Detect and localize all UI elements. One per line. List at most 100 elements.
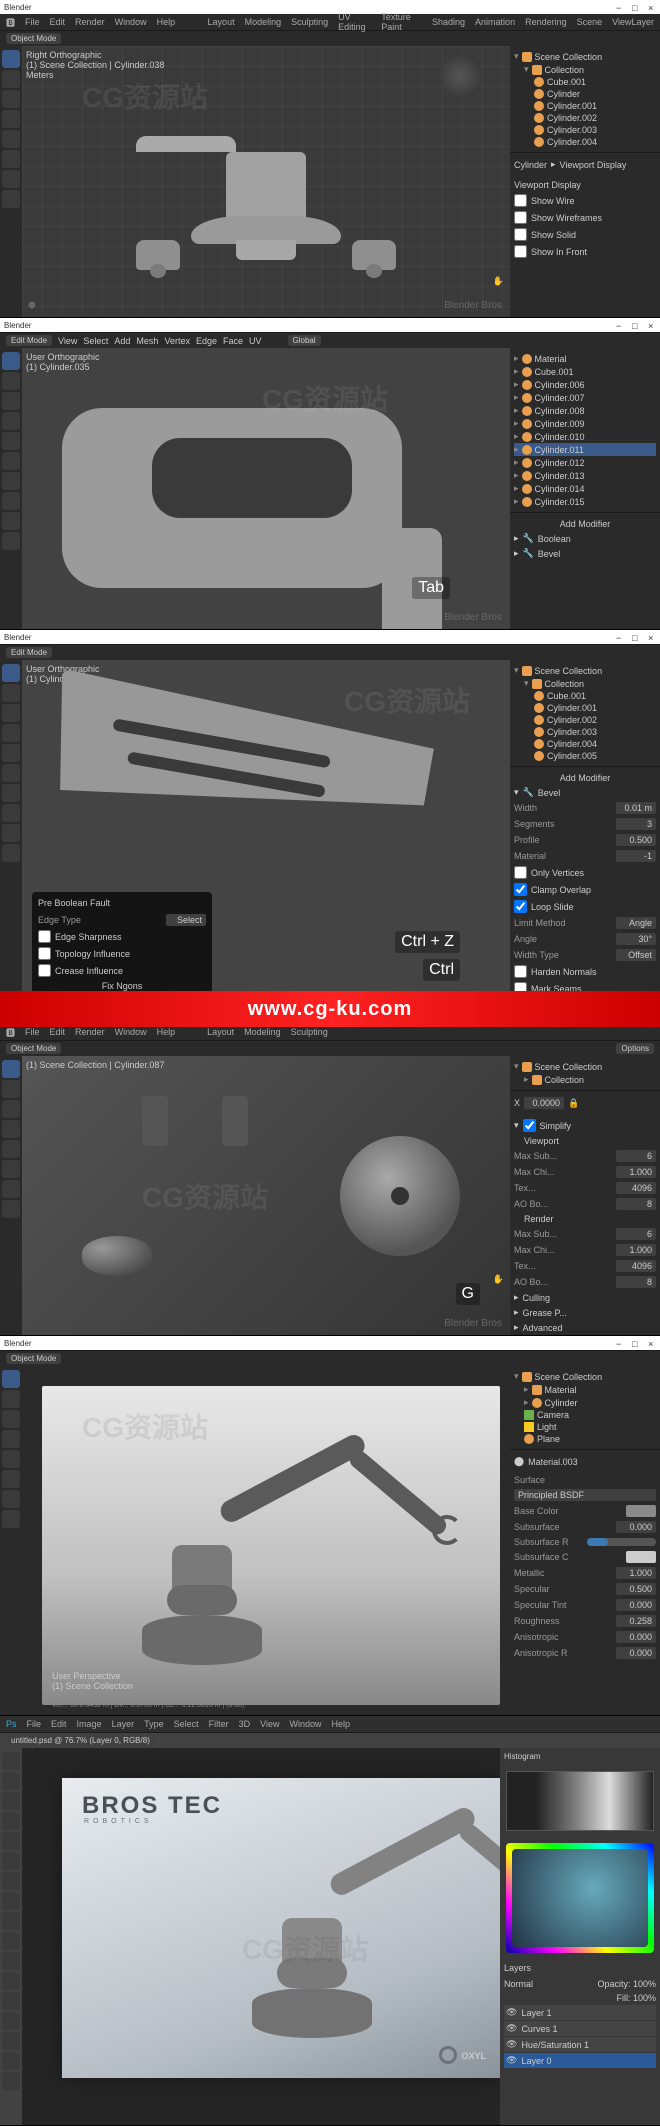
tool-brush[interactable] bbox=[2, 1892, 20, 1910]
viewport-3d[interactable]: User Orthographic (1) Cylinder.035 Tab C… bbox=[22, 348, 510, 629]
window-titlebar: Blender − □ × bbox=[0, 0, 660, 14]
tool-blur[interactable] bbox=[2, 1972, 20, 1990]
tool-cursor[interactable] bbox=[2, 372, 20, 390]
tool-zoom[interactable] bbox=[2, 2072, 20, 2090]
tool-loopcut[interactable] bbox=[2, 512, 20, 530]
tool-move[interactable] bbox=[2, 90, 20, 108]
maximize-icon[interactable]: □ bbox=[632, 3, 640, 11]
add-modifier-button[interactable]: Add Modifier bbox=[514, 519, 656, 529]
outliner[interactable]: ▾Scene Collection ▾Collection Cube.001 C… bbox=[510, 660, 660, 766]
tool-select[interactable] bbox=[2, 664, 20, 682]
tool-transform[interactable] bbox=[2, 150, 20, 168]
tool-pen[interactable] bbox=[2, 1992, 20, 2010]
ps-logo-icon: Ps bbox=[6, 1719, 17, 1729]
eye-icon[interactable]: 👁 bbox=[506, 2007, 517, 2018]
tool-marquee[interactable] bbox=[2, 1772, 20, 1790]
viewport-3d[interactable]: (1) Scene Collection | Cylinder.087 G CG… bbox=[22, 1056, 510, 1335]
tool-measure[interactable] bbox=[2, 190, 20, 208]
maximize-icon[interactable]: □ bbox=[632, 321, 640, 329]
tool-scale[interactable] bbox=[2, 432, 20, 450]
properties-panel[interactable]: Cylinder▸Viewport Display Viewport Displ… bbox=[510, 152, 660, 317]
doc-tab[interactable]: untitled.psd @ 76.7% (Layer 0, RGB/8) bbox=[6, 1735, 155, 1746]
menu-window[interactable]: Window bbox=[115, 17, 147, 27]
ws-shading[interactable]: Shading bbox=[432, 17, 465, 27]
tool-crop[interactable] bbox=[2, 1832, 20, 1850]
tool-knife[interactable] bbox=[2, 532, 20, 550]
hand-icon[interactable]: ✋ bbox=[493, 1274, 504, 1285]
viewport-3d[interactable]: Right Orthographic (1) Scene Collection … bbox=[22, 46, 510, 317]
tool-select[interactable] bbox=[2, 50, 20, 68]
viewport-3d[interactable]: User Perspective (1) Scene Collection Ve… bbox=[22, 1366, 510, 1715]
collection-label: (1) Scene Collection | Cylinder.038 bbox=[26, 60, 164, 70]
nav-gizmo[interactable] bbox=[440, 56, 480, 96]
mode-dropdown[interactable]: Edit Mode bbox=[6, 335, 52, 346]
chk-solid[interactable] bbox=[514, 228, 527, 241]
ws-texpaint[interactable]: Texture Paint bbox=[381, 12, 422, 32]
color-picker[interactable] bbox=[506, 1843, 654, 1953]
ws-layout[interactable]: Layout bbox=[208, 17, 235, 27]
tool-annotate[interactable] bbox=[2, 170, 20, 188]
lock-icon[interactable]: 🔒 bbox=[568, 1098, 579, 1109]
wrench-icon: 🔧 bbox=[523, 548, 534, 559]
outliner[interactable]: ▾Scene Collection ▾Collection Cube.001 C… bbox=[510, 46, 660, 152]
ws-render[interactable]: Rendering bbox=[525, 17, 567, 27]
material-props[interactable]: ⬤Material.003 Surface Principled BSDF Ba… bbox=[510, 1449, 660, 1715]
tool-clone[interactable] bbox=[2, 1912, 20, 1930]
outliner[interactable]: ▸Material ▸Cube.001 ▸Cylinder.006 ▸Cylin… bbox=[510, 348, 660, 512]
menu-file[interactable]: File bbox=[25, 17, 40, 27]
menu-render[interactable]: Render bbox=[75, 17, 105, 27]
viewlayer-chip[interactable]: ViewLayer bbox=[612, 17, 654, 27]
tool-rotate[interactable] bbox=[2, 412, 20, 430]
wrench-icon: 🔧 bbox=[523, 533, 534, 544]
viewport-3d[interactable]: User Orthographic (1) Cylinder.035 Ctrl … bbox=[22, 660, 510, 1009]
tool-eyedropper[interactable] bbox=[2, 1852, 20, 1870]
scene-chip[interactable]: Scene bbox=[577, 17, 603, 27]
chk-wire[interactable] bbox=[514, 194, 527, 207]
tool-type[interactable] bbox=[2, 2012, 20, 2030]
eye-icon[interactable]: 👁 bbox=[506, 2039, 517, 2050]
hand-icon[interactable]: ✋ bbox=[493, 276, 504, 287]
tool-eraser[interactable] bbox=[2, 1932, 20, 1950]
tool-move[interactable] bbox=[2, 392, 20, 410]
tool-hand[interactable] bbox=[2, 2052, 20, 2070]
tool-bevel[interactable] bbox=[2, 492, 20, 510]
mode-dropdown[interactable]: Object Mode bbox=[6, 33, 61, 44]
menu-help[interactable]: Help bbox=[157, 17, 176, 27]
tool-gradient[interactable] bbox=[2, 1952, 20, 1970]
tool-heal[interactable] bbox=[2, 1872, 20, 1890]
color-swatch[interactable] bbox=[626, 1505, 656, 1517]
close-icon[interactable]: × bbox=[648, 321, 656, 329]
tool-scale[interactable] bbox=[2, 130, 20, 148]
operator-panel[interactable]: Pre Boolean Fault Edge TypeSelect Edge S… bbox=[32, 892, 212, 999]
key-hint: Tab bbox=[412, 577, 450, 599]
ps-canvas-area[interactable]: BROS TEC ROBOTICS OXYL CG资源站 bbox=[22, 1748, 500, 2125]
rb-logo-icon: ⬢ bbox=[28, 300, 36, 311]
ws-uv[interactable]: UV Editing bbox=[338, 12, 371, 32]
eye-icon[interactable]: 👁 bbox=[506, 2023, 517, 2034]
toolbar-left bbox=[0, 46, 22, 317]
tool-extrude[interactable] bbox=[2, 452, 20, 470]
close-icon[interactable]: × bbox=[648, 3, 656, 11]
tool-lasso[interactable] bbox=[2, 1792, 20, 1810]
chk-infront[interactable] bbox=[514, 245, 527, 258]
ws-modeling[interactable]: Modeling bbox=[245, 17, 282, 27]
minimize-icon[interactable]: − bbox=[616, 3, 624, 11]
tool-cursor[interactable] bbox=[2, 70, 20, 88]
tool-select[interactable] bbox=[2, 352, 20, 370]
tool-rotate[interactable] bbox=[2, 110, 20, 128]
tool-inset[interactable] bbox=[2, 472, 20, 490]
tool-wand[interactable] bbox=[2, 1812, 20, 1830]
outliner[interactable]: ▾Scene Collection ▸Collection bbox=[510, 1056, 660, 1090]
tool-shape[interactable] bbox=[2, 2032, 20, 2050]
tool-move[interactable] bbox=[2, 1752, 20, 1770]
ws-anim[interactable]: Animation bbox=[475, 17, 515, 27]
menu-edit[interactable]: Edit bbox=[50, 17, 66, 27]
model-wheel bbox=[340, 1136, 460, 1256]
layers-panel[interactable]: Layers NormalOpacity: 100% Fill: 100% 👁L… bbox=[500, 1959, 660, 2125]
ws-sculpting[interactable]: Sculpting bbox=[291, 17, 328, 27]
minimize-icon[interactable]: − bbox=[616, 321, 624, 329]
chk-wireframes[interactable] bbox=[514, 211, 527, 224]
eye-icon[interactable]: 👁 bbox=[506, 2055, 517, 2066]
outliner[interactable]: ▾Scene Collection ▸Material ▸Cylinder Ca… bbox=[510, 1366, 660, 1449]
watermark: CG资源站 bbox=[82, 76, 208, 116]
